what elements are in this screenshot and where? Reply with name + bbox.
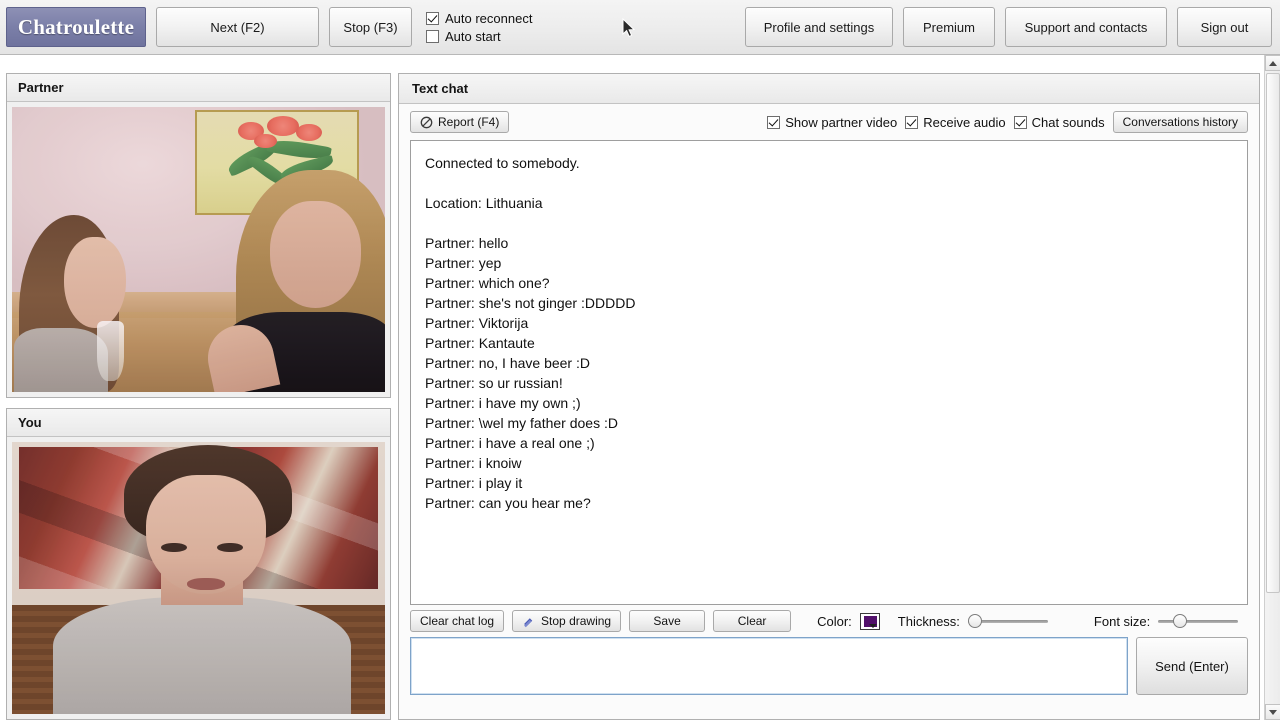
- drawing-toolbar: Clear chat log Stop drawing Save Clear C…: [399, 605, 1259, 637]
- chat-log-line: Location: Lithuania: [425, 195, 543, 211]
- conversations-history-button[interactable]: Conversations history: [1112, 111, 1248, 133]
- chat-log-line: Connected to somebody.: [425, 155, 580, 171]
- scrollbar-thumb[interactable]: [1266, 73, 1280, 593]
- chatroulette-logo[interactable]: Chatroulette: [6, 7, 146, 47]
- chat-log[interactable]: Connected to somebody. Location: Lithuan…: [410, 140, 1248, 605]
- receive-audio-label: Receive audio: [923, 114, 1006, 130]
- font-size-slider[interactable]: [1158, 613, 1239, 629]
- chat-log-line: Partner: so ur russian!: [425, 375, 563, 391]
- auto-reconnect-checkbox[interactable]: Auto reconnect: [426, 11, 532, 26]
- chat-log-line: Partner: i play it: [425, 475, 523, 491]
- show-partner-video-label: Show partner video: [785, 114, 898, 130]
- slider-track: [1158, 620, 1239, 623]
- slider-knob[interactable]: [1173, 614, 1188, 628]
- chat-log-line: Partner: no, I have beer :D: [425, 355, 590, 371]
- profile-and-settings-button[interactable]: Profile and settings: [745, 7, 893, 47]
- chat-log-line: Partner: yep: [425, 255, 502, 271]
- auto-start-checkbox[interactable]: Auto start: [426, 29, 532, 44]
- checkbox-box-icon: [1013, 115, 1027, 129]
- top-toolbar: Chatroulette Next (F2) Stop (F3) Auto re…: [0, 0, 1280, 55]
- save-drawing-button[interactable]: Save: [629, 610, 706, 632]
- report-button-label: Report (F4): [438, 115, 500, 129]
- chat-log-line: Partner: i have my own ;): [425, 395, 581, 411]
- you-video-stream[interactable]: [12, 442, 385, 714]
- prohibition-icon: [420, 116, 433, 128]
- chat-log-line: Partner: Kantaute: [425, 335, 535, 351]
- thickness-label: Thickness:: [897, 613, 960, 629]
- support-and-contacts-button[interactable]: Support and contacts: [1005, 7, 1167, 47]
- chat-sounds-checkbox[interactable]: Chat sounds: [1013, 114, 1105, 130]
- checkbox-box-icon: [426, 29, 439, 43]
- color-label: Color:: [817, 613, 852, 629]
- stop-button[interactable]: Stop (F3): [329, 7, 412, 47]
- clear-drawing-button[interactable]: Clear: [713, 610, 792, 632]
- send-button[interactable]: Send (Enter): [1136, 637, 1248, 695]
- you-video-panel: You: [6, 408, 391, 720]
- premium-button[interactable]: Premium: [903, 7, 995, 47]
- auto-start-label: Auto start: [445, 28, 501, 44]
- chat-log-line: Partner: she's not ginger :DDDDD: [425, 295, 636, 311]
- chat-log-line: Partner: Viktorija: [425, 315, 529, 331]
- message-compose-row: Send (Enter): [399, 637, 1259, 695]
- chat-log-line: Partner: \wel my father does :D: [425, 415, 618, 431]
- page-scrollbar[interactable]: [1264, 55, 1280, 720]
- auto-reconnect-label: Auto reconnect: [445, 10, 533, 26]
- chat-log-spacer: [425, 173, 1233, 193]
- auto-options-group: Auto reconnect Auto start: [426, 11, 532, 44]
- chatroulette-app: Chatroulette Next (F2) Stop (F3) Auto re…: [0, 0, 1280, 720]
- text-chat-panel: Text chat Report (F4) Show partner video…: [398, 73, 1260, 720]
- chat-log-spacer: [425, 213, 1233, 233]
- chat-controls-bar: Report (F4) Show partner video Receive a…: [399, 104, 1259, 140]
- partner-video-stream[interactable]: [12, 107, 385, 392]
- stop-drawing-button[interactable]: Stop drawing: [512, 610, 622, 632]
- pencil-stroke-icon: [524, 617, 533, 627]
- chat-log-line: Partner: i knoiw: [425, 455, 522, 471]
- chat-sounds-label: Chat sounds: [1031, 114, 1105, 130]
- chat-log-line: Partner: which one?: [425, 275, 550, 291]
- checkbox-box-icon: [905, 115, 919, 129]
- you-scene-tint: [12, 442, 385, 714]
- show-partner-video-checkbox[interactable]: Show partner video: [767, 115, 897, 130]
- partner-video-panel: Partner: [6, 73, 391, 398]
- chat-log-line: Partner: can you hear me?: [425, 495, 591, 511]
- font-size-label: Font size:: [1093, 613, 1151, 629]
- slider-knob[interactable]: [967, 614, 982, 628]
- receive-audio-checkbox[interactable]: Receive audio: [905, 114, 1006, 130]
- thickness-slider[interactable]: [967, 613, 1048, 629]
- chat-log-line: Partner: hello: [425, 235, 509, 251]
- color-picker-swatch[interactable]: [859, 612, 880, 630]
- scroll-down-button[interactable]: [1265, 704, 1280, 720]
- chat-log-line: Partner: i have a real one ;): [425, 435, 595, 451]
- stop-drawing-label: Stop drawing: [541, 614, 612, 628]
- clear-chat-log-button[interactable]: Clear chat log: [410, 610, 505, 632]
- next-button[interactable]: Next (F2): [156, 7, 319, 47]
- text-chat-title: Text chat: [399, 74, 1259, 104]
- report-button[interactable]: Report (F4): [410, 111, 510, 133]
- partner-panel-title: Partner: [7, 74, 390, 102]
- toolbar-right-group: Profile and settings Premium Support and…: [745, 7, 1280, 47]
- you-panel-title: You: [7, 409, 390, 437]
- sign-out-button[interactable]: Sign out: [1177, 7, 1272, 47]
- checkbox-box-icon: [426, 11, 439, 25]
- scroll-up-button[interactable]: [1265, 55, 1280, 71]
- checkbox-box-icon: [767, 115, 781, 129]
- message-input[interactable]: [410, 637, 1128, 695]
- partner-scene-tint: [12, 107, 385, 392]
